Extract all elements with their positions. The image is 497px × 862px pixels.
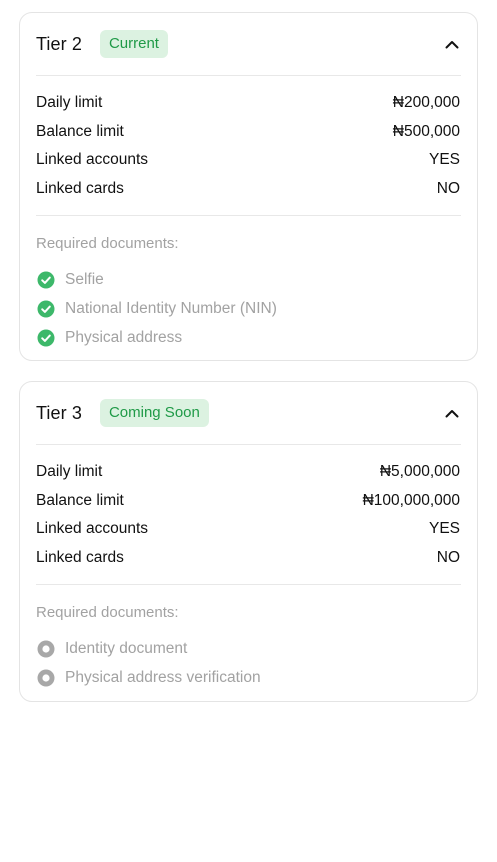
chevron-up-icon[interactable] [443, 404, 461, 422]
tier-2-card: Tier 2 Current Daily limit ₦200,000 Bala… [19, 12, 478, 361]
limit-row-balance: Balance limit ₦100,000,000 [36, 487, 460, 516]
limit-label: Linked cards [36, 179, 124, 197]
limit-row-linked-accounts: Linked accounts YES [36, 146, 460, 175]
document-item-physical-address: Physical address [36, 324, 461, 353]
tier-title: Tier 3 [36, 402, 82, 423]
limit-value: ₦100,000,000 [362, 491, 460, 509]
divider [36, 444, 461, 445]
document-label: Selfie [65, 271, 104, 289]
limit-row-daily: Daily limit ₦5,000,000 [36, 458, 460, 487]
document-item-nin: National Identity Number (NIN) [36, 295, 461, 324]
limit-value: ₦200,000 [392, 94, 460, 112]
document-label: Identity document [65, 640, 188, 658]
radio-dot-icon [37, 669, 55, 687]
status-badge: Current [99, 30, 168, 58]
required-documents: Required documents: Identity document Ph… [36, 602, 461, 693]
limit-value: YES [428, 520, 460, 538]
limits-list: Daily limit ₦5,000,000 Balance limit ₦10… [36, 458, 460, 572]
limit-row-linked-accounts: Linked accounts YES [36, 515, 460, 544]
tier-3-header[interactable]: Tier 3 Coming Soon [36, 398, 461, 428]
limit-value: ₦5,000,000 [379, 463, 460, 481]
limit-value: NO [436, 179, 460, 197]
document-label: Physical address verification [65, 669, 261, 687]
limit-label: Linked accounts [36, 151, 149, 169]
limit-row-linked-cards: Linked cards NO [36, 175, 460, 204]
tier-title: Tier 2 [36, 33, 82, 54]
chevron-up-icon[interactable] [443, 35, 461, 53]
limit-label: Daily limit [36, 463, 103, 481]
limit-label: Balance limit [36, 122, 124, 140]
limit-value: NO [436, 548, 460, 566]
tier-3-card: Tier 3 Coming Soon Daily limit ₦5,000,00… [19, 381, 478, 702]
limit-label: Linked cards [36, 548, 124, 566]
radio-dot-icon [37, 640, 55, 658]
limits-list: Daily limit ₦200,000 Balance limit ₦500,… [36, 89, 460, 203]
limit-label: Balance limit [36, 491, 124, 509]
limit-label: Daily limit [36, 94, 103, 112]
document-item-address-verification: Physical address verification [36, 664, 461, 693]
document-item-selfie: Selfie [36, 266, 461, 295]
check-circle-icon [37, 300, 55, 318]
limit-row-linked-cards: Linked cards NO [36, 544, 460, 573]
limit-value: ₦500,000 [392, 122, 460, 140]
tier-limits-page: Tier 2 Current Daily limit ₦200,000 Bala… [0, 0, 497, 862]
limit-value: YES [428, 151, 460, 169]
documents-heading: Required documents: [36, 235, 179, 252]
divider [36, 215, 461, 216]
document-item-identity: Identity document [36, 635, 461, 664]
divider [36, 584, 461, 585]
document-label: National Identity Number (NIN) [65, 300, 277, 318]
divider [36, 75, 461, 76]
check-circle-icon [37, 271, 55, 289]
status-badge: Coming Soon [99, 399, 209, 427]
required-documents: Required documents: Selfie National Iden… [36, 233, 461, 352]
check-circle-icon [37, 329, 55, 347]
limit-row-balance: Balance limit ₦500,000 [36, 118, 460, 147]
limit-row-daily: Daily limit ₦200,000 [36, 89, 460, 118]
tier-2-header[interactable]: Tier 2 Current [36, 29, 461, 59]
documents-heading: Required documents: [36, 604, 179, 621]
limit-label: Linked accounts [36, 520, 149, 538]
document-label: Physical address [65, 328, 183, 346]
